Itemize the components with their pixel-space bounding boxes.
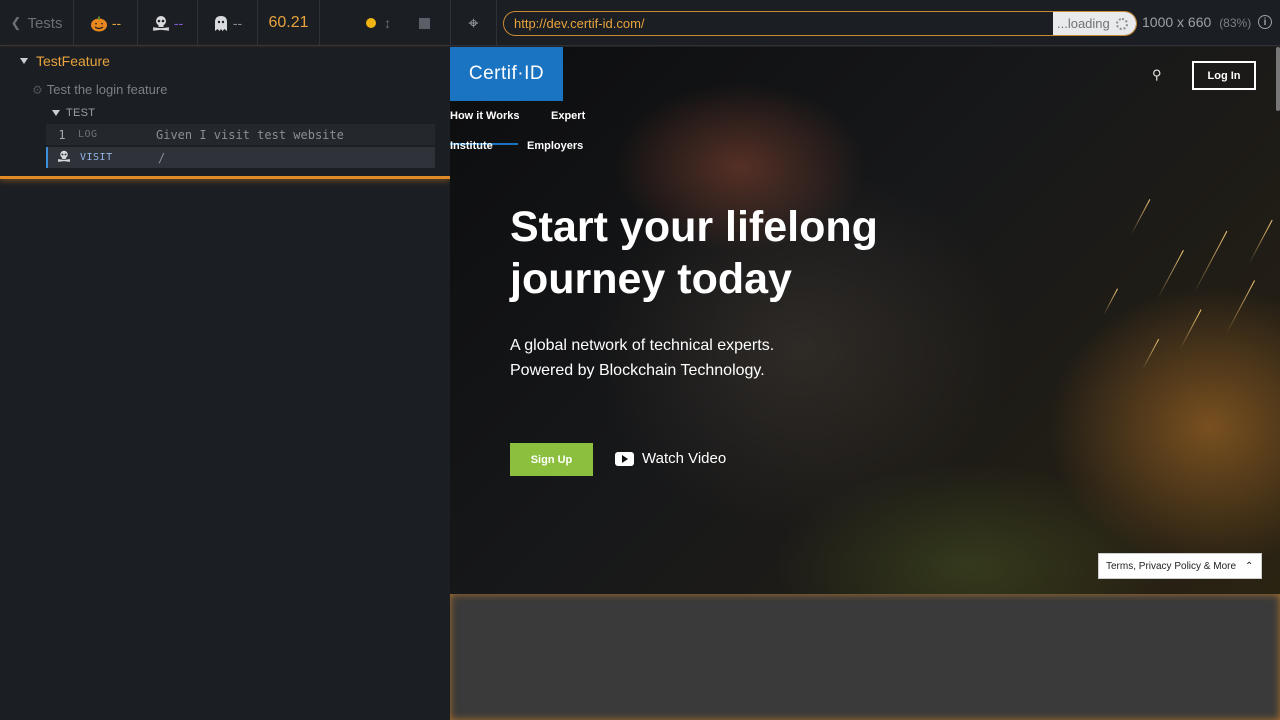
command-log: TestFeature ⚙ Test the login feature TES… (0, 47, 450, 179)
nav-expert[interactable]: Expert (551, 110, 585, 122)
command-name: VISIT (80, 152, 113, 163)
command-number: 1 (58, 127, 66, 142)
url-bar[interactable]: http://dev.certif-id.com/ ...loading (503, 11, 1137, 36)
suite-title-label: TestFeature (36, 53, 110, 69)
pumpkin-icon (90, 16, 107, 31)
nav-employers[interactable]: Employers (527, 140, 583, 152)
gear-icon: ⚙ (32, 82, 43, 97)
command-name: LOG (78, 129, 98, 140)
stop-icon[interactable] (419, 17, 430, 29)
site-logo-text: Certif·ID (468, 63, 545, 84)
caret-down-icon (52, 110, 60, 116)
caret-down-icon (20, 58, 28, 64)
spark-decoration (1130, 199, 1151, 235)
failed-stat: -- (138, 0, 198, 46)
search-icon[interactable]: ⚲ (1152, 67, 1162, 83)
test-section-header[interactable]: TEST (46, 104, 435, 122)
site-logo[interactable]: Certif·ID (450, 47, 563, 101)
spark-decoration (1103, 288, 1118, 316)
command-message: / (158, 150, 166, 165)
viewport-size: 1000 x 660 (1142, 14, 1212, 30)
spark-decoration (1157, 249, 1184, 300)
viewport-info[interactable]: 1000 x 660 (83%) (1142, 14, 1251, 30)
nav-how-it-works[interactable]: How it Works (450, 110, 519, 122)
passed-count: -- (111, 15, 122, 31)
spark-decoration (1248, 219, 1273, 265)
chevron-up-icon: ⌃ (1245, 560, 1254, 572)
watch-video-label: Watch Video (642, 450, 727, 467)
spark-decoration (1141, 338, 1160, 371)
spark-decoration (1193, 230, 1228, 294)
running-indicator-icon (366, 18, 376, 28)
command-message: Given I visit test website (156, 127, 344, 142)
login-button[interactable]: Log In (1192, 61, 1256, 90)
url-text: http://dev.certif-id.com/ (514, 16, 645, 31)
skull-icon (152, 16, 169, 31)
command-row[interactable]: VISIT / (46, 147, 435, 168)
test-title[interactable]: ⚙ Test the login feature (32, 82, 167, 97)
viewport-scale: (83%) (1219, 16, 1252, 30)
aut-header: ⌖ http://dev.certif-id.com/ ...loading 1… (450, 0, 1280, 46)
play-video-icon (615, 451, 634, 466)
spark-decoration (1225, 280, 1256, 334)
chevron-left-icon: ❮ (10, 15, 22, 30)
spinner-icon (1115, 17, 1128, 30)
nav-institute[interactable]: Institute (450, 140, 493, 152)
run-controls: ↕ (320, 0, 450, 46)
terms-label: Terms, Privacy Policy & More (1106, 560, 1237, 572)
loading-indicator: ...loading (1053, 12, 1136, 35)
app-under-test: ⌖ http://dev.certif-id.com/ ...loading 1… (450, 0, 1280, 720)
website-viewport: Certif·ID ⚲ Log In How it Works Expert I… (450, 47, 1280, 594)
hero-subtitle-line-1: A global network of technical experts. (510, 337, 775, 354)
command-row[interactable]: 1 LOG Given I visit test website (46, 124, 435, 145)
pending-stat: -- (198, 0, 258, 46)
test-block: TEST 1 LOG Given I visit test website VI… (46, 104, 435, 168)
terms-privacy-button[interactable]: Terms, Privacy Policy & More ⌃ (1098, 553, 1262, 579)
crosshair-icon: ⌖ (468, 12, 479, 33)
test-title-label: Test the login feature (46, 82, 168, 97)
auto-scroll-icon[interactable]: ↕ (384, 15, 391, 31)
reporter-header: ❮ Tests -- -- -- 60.21 ↕ (0, 0, 450, 46)
selector-playground-button[interactable]: ⌖ (451, 0, 497, 46)
spark-decoration (1179, 309, 1202, 350)
passed-stat: -- (74, 0, 138, 46)
tests-back-link[interactable]: ❮ Tests (0, 0, 74, 46)
hero-subtitle-line-2: Powered by Blockchain Technology. (510, 362, 765, 379)
test-section-label: TEST (66, 107, 96, 119)
site-scrollbar[interactable] (1276, 47, 1280, 111)
aut-empty-area (450, 594, 1280, 720)
loading-label: ...loading (1057, 16, 1110, 31)
ghost-icon (214, 15, 227, 31)
tests-label: Tests (27, 14, 63, 32)
failed-count: -- (173, 15, 184, 31)
info-icon[interactable]: i (1258, 15, 1272, 29)
watch-video-link[interactable]: Watch Video (615, 450, 726, 467)
duration: 60.21 (258, 0, 320, 46)
reporter-panel: ❮ Tests -- -- -- 60.21 ↕ TestFeature ⚙ T… (0, 0, 450, 720)
command-status (48, 150, 80, 165)
suite-title[interactable]: TestFeature (20, 53, 110, 69)
skull-icon (57, 150, 71, 162)
hero-title: Start your lifelong journey today (510, 203, 878, 303)
signup-button[interactable]: Sign Up (510, 443, 593, 476)
pending-count: -- (232, 15, 243, 31)
